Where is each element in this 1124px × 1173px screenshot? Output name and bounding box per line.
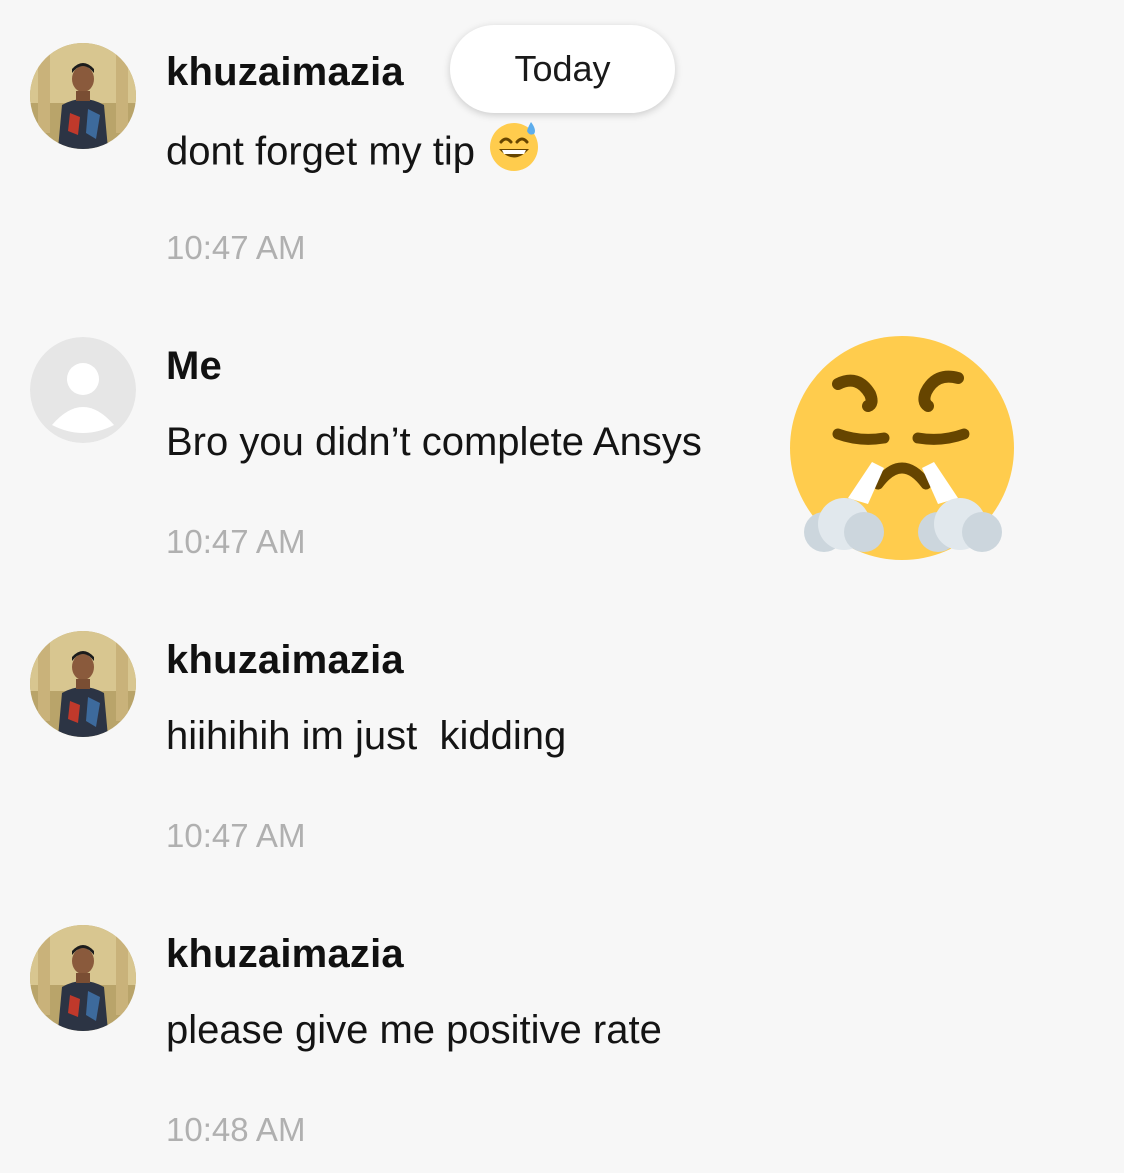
sender-name: Me <box>166 344 222 388</box>
avatar[interactable] <box>30 925 136 1031</box>
sweat-smile-emoji-icon <box>487 118 541 182</box>
message-timestamp: 10:47 AM <box>166 523 306 560</box>
avatar-placeholder[interactable] <box>30 337 136 443</box>
message-text: Bro you didn’t complete Ansys <box>166 420 702 464</box>
date-divider-today: Today <box>450 25 675 113</box>
message-timestamp: 10:48 AM <box>166 1111 306 1148</box>
avatar[interactable] <box>30 43 136 149</box>
message-text: please give me positive rate <box>166 1008 662 1052</box>
sender-name: khuzaimazia <box>166 50 404 94</box>
face-with-steam-from-nose-emoji-icon <box>788 334 1018 564</box>
message-text-content: dont forget my tip <box>166 129 476 174</box>
message-timestamp: 10:47 AM <box>166 229 306 266</box>
avatar[interactable] <box>30 631 136 737</box>
message-text: hiihihih im just kidding <box>166 714 567 758</box>
sender-name: khuzaimazia <box>166 638 404 682</box>
message-item: khuzaimazia please give me positive rate… <box>0 882 1124 1148</box>
sender-name: khuzaimazia <box>166 932 404 976</box>
message-timestamp: 10:47 AM <box>166 817 306 854</box>
message-text: dont forget my tip <box>166 122 541 182</box>
message-item: khuzaimazia hiihihih im just kidding 10:… <box>0 588 1124 854</box>
